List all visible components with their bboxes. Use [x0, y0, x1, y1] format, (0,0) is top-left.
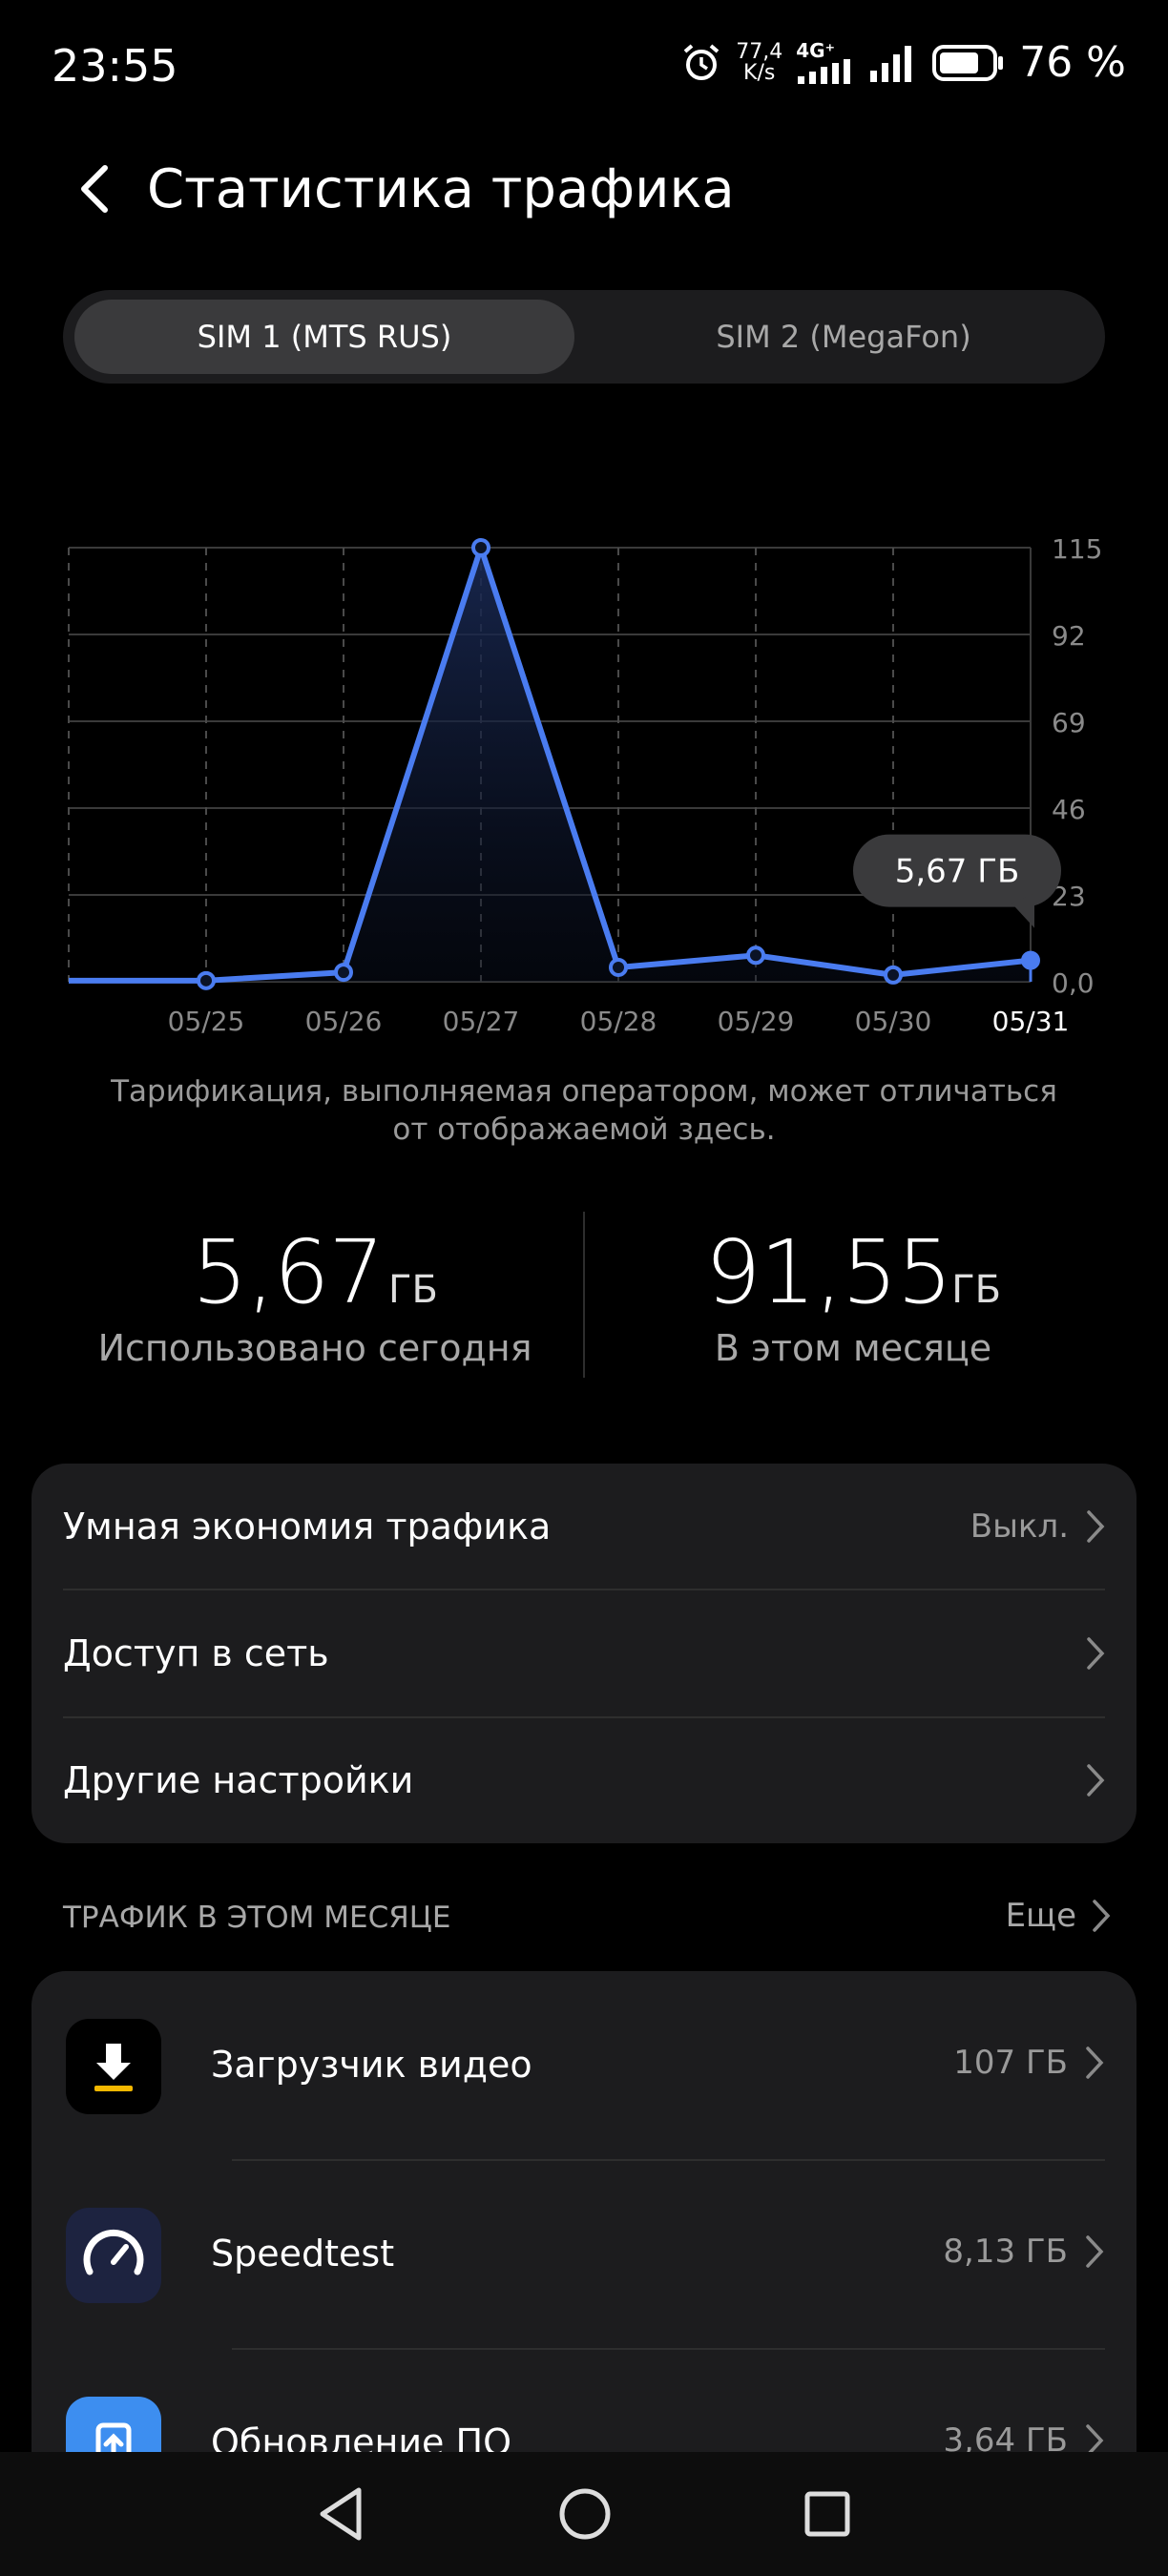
x-tick-label: 05/31 — [992, 1006, 1070, 1037]
y-tick-label: 46 — [1052, 794, 1086, 825]
month-value: 91,55 — [704, 1221, 952, 1323]
recents-square-icon[interactable] — [796, 2483, 859, 2545]
settings-card: Умная экономия трафика Выкл. Доступ в се… — [31, 1464, 1137, 1843]
setting-smart-saver[interactable]: Умная экономия трафика Выкл. — [63, 1464, 1105, 1589]
download-icon — [66, 2019, 161, 2114]
tab-sim2[interactable]: SIM 2 (MegaFon) — [594, 300, 1094, 374]
x-tick-label: 05/29 — [718, 1006, 795, 1037]
app-name: Speedtest — [211, 2233, 395, 2275]
y-tick-label: 92 — [1052, 620, 1086, 652]
month-label: В этом месяце — [714, 1327, 992, 1369]
chevron-right-icon — [1087, 1637, 1105, 1670]
net-speed-unit: K/s — [743, 60, 776, 85]
setting-label: Умная экономия трафика — [63, 1506, 552, 1548]
traffic-chart: 115926946230,005/25 05/26 05/27 05/28 05/29 0… — [68, 533, 1102, 1037]
setting-label: Доступ в сеть — [63, 1632, 329, 1674]
app-row[interactable]: Speedtest 8,13 ГБ — [31, 2160, 1137, 2349]
y-tick-label: 69 — [1052, 707, 1086, 738]
chevron-right-icon — [1087, 1510, 1105, 1543]
network-type: 4G⁺ — [796, 38, 836, 62]
chevron-right-icon — [1087, 1764, 1105, 1797]
data-point — [471, 538, 490, 557]
signal-sim1-icon — [798, 58, 851, 84]
home-circle-icon[interactable] — [553, 2483, 616, 2545]
y-tick-label: 0,0 — [1052, 967, 1095, 999]
data-point — [609, 957, 628, 977]
setting-label: Другие настройки — [63, 1759, 414, 1801]
x-tick-label: 05/28 — [580, 1006, 657, 1037]
tab-sim1[interactable]: SIM 1 (MTS RUS) — [74, 300, 574, 374]
x-tick-label: 05/26 — [305, 1006, 383, 1037]
data-point — [884, 965, 903, 985]
chevron-right-icon — [1086, 2046, 1104, 2079]
app-name: Загрузчик видео — [211, 2044, 532, 2086]
chevron-left-icon — [81, 165, 108, 213]
app-usage-value: 8,13 ГБ — [943, 2233, 1068, 2271]
month-unit: ГБ — [951, 1268, 1002, 1312]
data-point — [1021, 950, 1040, 970]
section-title: ТРАФИК В ЭТОМ МЕСЯЦЕ — [63, 1901, 451, 1935]
alarm-icon — [683, 43, 720, 80]
data-point — [334, 963, 353, 983]
tooltip-label: 5,67 ГБ — [895, 853, 1020, 891]
stat-today: 5,67 ГБ Использовано сегодня — [57, 1221, 573, 1369]
setting-other[interactable]: Другие настройки — [63, 1717, 1105, 1843]
y-tick-label: 115 — [1052, 533, 1102, 565]
x-tick-label: 05/30 — [855, 1006, 932, 1037]
more-label: Еще — [1005, 1897, 1076, 1935]
back-triangle-icon[interactable] — [311, 2483, 374, 2545]
today-unit: ГБ — [388, 1268, 438, 1312]
sim-tabs: SIM 1 (MTS RUS) SIM 2 (MegaFon) — [63, 290, 1105, 384]
page-title: Статистика трафика — [147, 158, 735, 220]
chart-note: Тарификация, выполняемая оператором, мож… — [111, 1074, 1057, 1147]
today-label: Использовано сегодня — [97, 1327, 532, 1369]
app-usage-value: 107 ГБ — [953, 2044, 1068, 2082]
chevron-right-icon — [1093, 1900, 1111, 1932]
setting-network-access[interactable]: Доступ в сеть — [63, 1590, 1105, 1716]
net-speed: 77,4 K/s — [736, 39, 783, 85]
app-usage: 8,13 ГБ — [943, 2233, 1104, 2271]
setting-value: Выкл. — [970, 1507, 1069, 1546]
today-value: 5,67 — [192, 1221, 385, 1323]
app-usage: 107 ГБ — [953, 2044, 1104, 2082]
battery-percent: 76 % — [1019, 38, 1126, 87]
status-time: 23:55 — [52, 40, 178, 92]
status-icons: 77,4 K/s 4G⁺ 76 % — [680, 38, 1126, 87]
sim1-signal: 4G⁺ — [796, 38, 855, 84]
app-list-card: Загрузчик видео 107 ГБ Speedtest 8,13 ГБ… — [31, 1971, 1137, 2505]
signal-sim2-icon — [870, 45, 912, 82]
app-row[interactable]: Загрузчик видео 107 ГБ — [31, 1971, 1137, 2160]
back-button[interactable] — [67, 160, 124, 218]
speedometer-icon — [66, 2208, 161, 2303]
x-tick-label: 05/25 — [168, 1006, 245, 1037]
data-point — [197, 970, 216, 990]
navigation-bar — [0, 2452, 1168, 2576]
chevron-right-icon — [1086, 2235, 1104, 2268]
x-tick-label: 05/27 — [443, 1006, 520, 1037]
data-point — [746, 945, 765, 966]
battery-icon — [932, 44, 1004, 81]
more-button[interactable]: Еще — [1006, 1897, 1111, 1935]
stat-divider — [583, 1212, 585, 1378]
net-speed-value: 77,4 — [736, 39, 783, 64]
stat-month: 91,55ГБ В этом месяце — [595, 1221, 1111, 1369]
